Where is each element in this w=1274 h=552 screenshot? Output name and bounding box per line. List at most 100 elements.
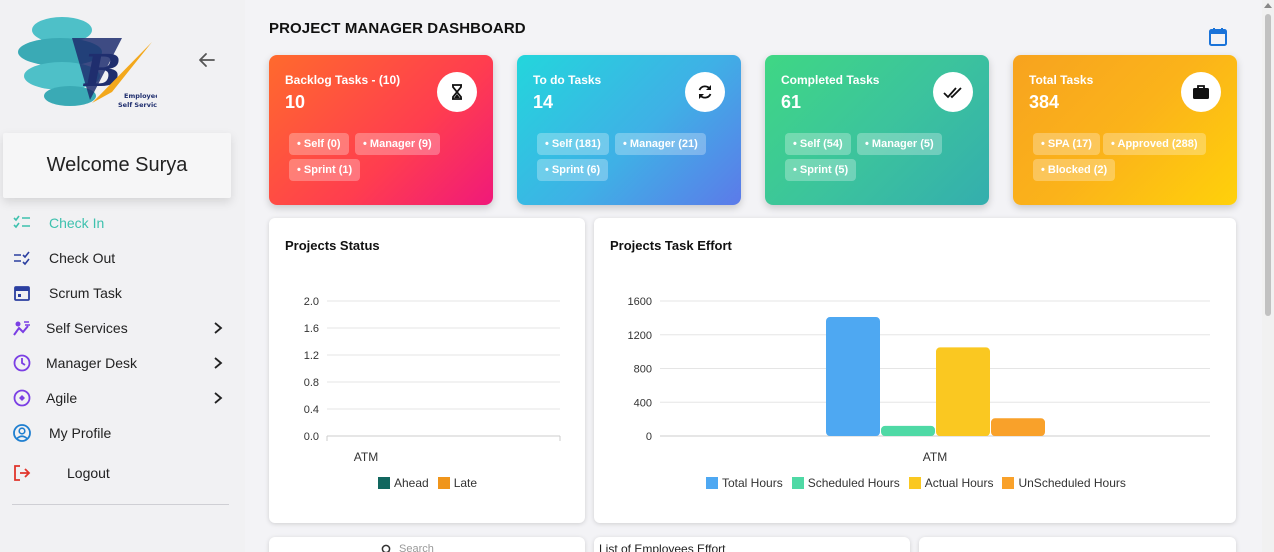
panel-title: List of Employees Effort bbox=[599, 542, 726, 552]
legend-item-scheduled-hours[interactable]: Scheduled Hours bbox=[791, 476, 900, 490]
legend-label: Late bbox=[453, 476, 478, 490]
card-title: Backlog Tasks - (10) bbox=[285, 73, 401, 87]
sidebar-item-label: Check Out bbox=[49, 250, 116, 266]
legend-swatch bbox=[1002, 477, 1015, 489]
calendar-icon[interactable] bbox=[1207, 26, 1229, 48]
legend-label: Ahead bbox=[394, 476, 429, 490]
double-check-icon bbox=[933, 72, 973, 112]
agile-icon bbox=[13, 389, 31, 407]
bar-total-hours bbox=[826, 317, 880, 436]
chip-self[interactable]: • Self (54) bbox=[785, 133, 851, 155]
card-title: To do Tasks bbox=[533, 73, 602, 87]
chip-sprint[interactable]: • Sprint (6) bbox=[537, 159, 609, 181]
bar-scheduled-hours bbox=[881, 425, 935, 436]
y-tick-label: 0.4 bbox=[304, 404, 319, 416]
sidebar-item-label: My Profile bbox=[49, 425, 112, 441]
legend-item-ahead[interactable]: Ahead bbox=[378, 476, 429, 490]
legend-label: Actual Hours bbox=[924, 476, 994, 490]
legend-swatch bbox=[706, 477, 718, 489]
y-tick-label: 0.0 bbox=[304, 431, 319, 443]
y-tick-label: 400 bbox=[634, 397, 652, 409]
sidebar: B Employee Self Services Welcome Surya C… bbox=[0, 0, 245, 552]
refresh-icon bbox=[685, 72, 725, 112]
checklist-done-icon bbox=[14, 251, 30, 266]
status-legend: Ahead Late bbox=[378, 476, 486, 490]
sidebar-item-logout[interactable]: Logout bbox=[0, 458, 240, 488]
legend-label: Total Hours bbox=[722, 476, 783, 490]
card-title: Total Tasks bbox=[1029, 73, 1094, 87]
manager-desk-icon bbox=[13, 354, 31, 372]
chip-blocked[interactable]: • Blocked (2) bbox=[1033, 159, 1116, 181]
sidebar-item-label: Self Services bbox=[46, 320, 128, 336]
card-value: 10 bbox=[285, 92, 306, 112]
y-tick-label: 1.6 bbox=[304, 323, 319, 335]
bottom-right-panel bbox=[919, 537, 1236, 552]
chip-manager[interactable]: • Manager (21) bbox=[615, 133, 706, 155]
backlog-tasks-card[interactable]: Backlog Tasks - (10) 10 • Self (0) • Man… bbox=[269, 55, 493, 205]
chevron-right-icon bbox=[214, 392, 223, 404]
legend-label: Scheduled Hours bbox=[807, 476, 900, 490]
sidebar-item-label: Agile bbox=[46, 390, 78, 406]
projects-task-effort-panel: Projects Task Effort 1600 1200 800 400 0 ATM … bbox=[594, 218, 1236, 523]
sidebar-item-label: Logout bbox=[67, 465, 110, 481]
profile-icon bbox=[13, 424, 31, 442]
total-tasks-card[interactable]: Total Tasks 384 • SPA (17) • Approved (2… bbox=[1013, 55, 1237, 205]
legend-item-unscheduled-hours[interactable]: UnScheduled Hours bbox=[1002, 476, 1126, 490]
chip-spa[interactable]: • SPA (17) bbox=[1033, 133, 1100, 155]
sidebar-item-check-out[interactable]: Check Out bbox=[0, 243, 240, 273]
calendar-icon bbox=[14, 286, 30, 301]
legend-label: UnScheduled Hours bbox=[1018, 476, 1126, 490]
chip-manager[interactable]: • Manager (9) bbox=[355, 133, 440, 155]
scroll-up-icon[interactable] bbox=[1264, 3, 1272, 8]
page-title: PROJECT MANAGER DASHBOARD bbox=[269, 20, 526, 37]
sidebar-item-scrum-task[interactable]: Scrum Task bbox=[0, 278, 240, 308]
legend-swatch bbox=[908, 477, 921, 489]
completed-tasks-card[interactable]: Completed Tasks 61 • Self (54) • Manager… bbox=[765, 55, 989, 205]
x-tick-label: ATM bbox=[923, 450, 947, 464]
logout-icon bbox=[14, 465, 31, 481]
chip-sprint[interactable]: • Sprint (1) bbox=[289, 159, 361, 181]
briefcase-icon bbox=[1181, 72, 1221, 112]
chevron-right-icon bbox=[214, 357, 223, 369]
chip-sprint[interactable]: • Sprint (5) bbox=[785, 159, 857, 181]
bottom-left-panel: Search bbox=[269, 537, 585, 552]
legend-item-actual-hours[interactable]: Actual Hours bbox=[908, 476, 994, 490]
y-tick-label: 1200 bbox=[628, 330, 652, 342]
card-value: 14 bbox=[533, 92, 554, 112]
y-tick-label: 0.8 bbox=[304, 377, 319, 389]
y-tick-label: 2.0 bbox=[304, 296, 319, 308]
todo-tasks-card[interactable]: To do Tasks 14 • Self (181) • Manager (2… bbox=[517, 55, 741, 205]
checklist-icon bbox=[13, 215, 30, 229]
projects-status-panel: Projects Status 2.0 1.6 1.2 0.8 0.4 0.0 ATM Ah… bbox=[269, 218, 585, 523]
sidebar-item-self-services[interactable]: Self Services bbox=[0, 313, 240, 343]
search-icon bbox=[381, 544, 391, 552]
card-title: Completed Tasks bbox=[781, 73, 880, 87]
sidebar-item-manager-desk[interactable]: Manager Desk bbox=[0, 348, 240, 378]
chip-self[interactable]: • Self (181) bbox=[537, 133, 609, 155]
y-tick-label: 800 bbox=[634, 364, 652, 376]
chip-self[interactable]: • Self (0) bbox=[289, 133, 349, 155]
bar-actual-hours bbox=[936, 347, 990, 436]
legend-item-total-hours[interactable]: Total Hours bbox=[706, 476, 783, 490]
legend-swatch bbox=[791, 477, 804, 489]
chevron-right-icon bbox=[214, 322, 223, 334]
sidebar-item-my-profile[interactable]: My Profile bbox=[0, 418, 240, 448]
card-value: 61 bbox=[781, 92, 802, 112]
sidebar-item-agile[interactable]: Agile bbox=[0, 383, 240, 413]
sidebar-item-check-in[interactable]: Check In bbox=[0, 208, 240, 238]
welcome-box: Welcome Surya bbox=[3, 133, 231, 198]
scrollbar-thumb[interactable] bbox=[1265, 14, 1271, 316]
legend-swatch bbox=[437, 477, 450, 489]
back-arrow-icon[interactable] bbox=[196, 49, 218, 71]
card-value: 384 bbox=[1029, 92, 1060, 112]
employees-effort-panel: List of Employees Effort bbox=[594, 537, 910, 552]
sidebar-item-label: Check In bbox=[49, 215, 105, 231]
legend-item-late[interactable]: Late bbox=[437, 476, 478, 490]
chip-approved[interactable]: • Approved (288) bbox=[1103, 133, 1206, 155]
self-services-icon bbox=[13, 321, 30, 336]
sidebar-item-label: Manager Desk bbox=[46, 355, 138, 371]
svg-text:B: B bbox=[82, 46, 121, 97]
chip-manager[interactable]: • Manager (5) bbox=[857, 133, 942, 155]
search-input[interactable]: Search bbox=[399, 543, 434, 552]
page-scrollbar[interactable] bbox=[1262, 0, 1274, 552]
